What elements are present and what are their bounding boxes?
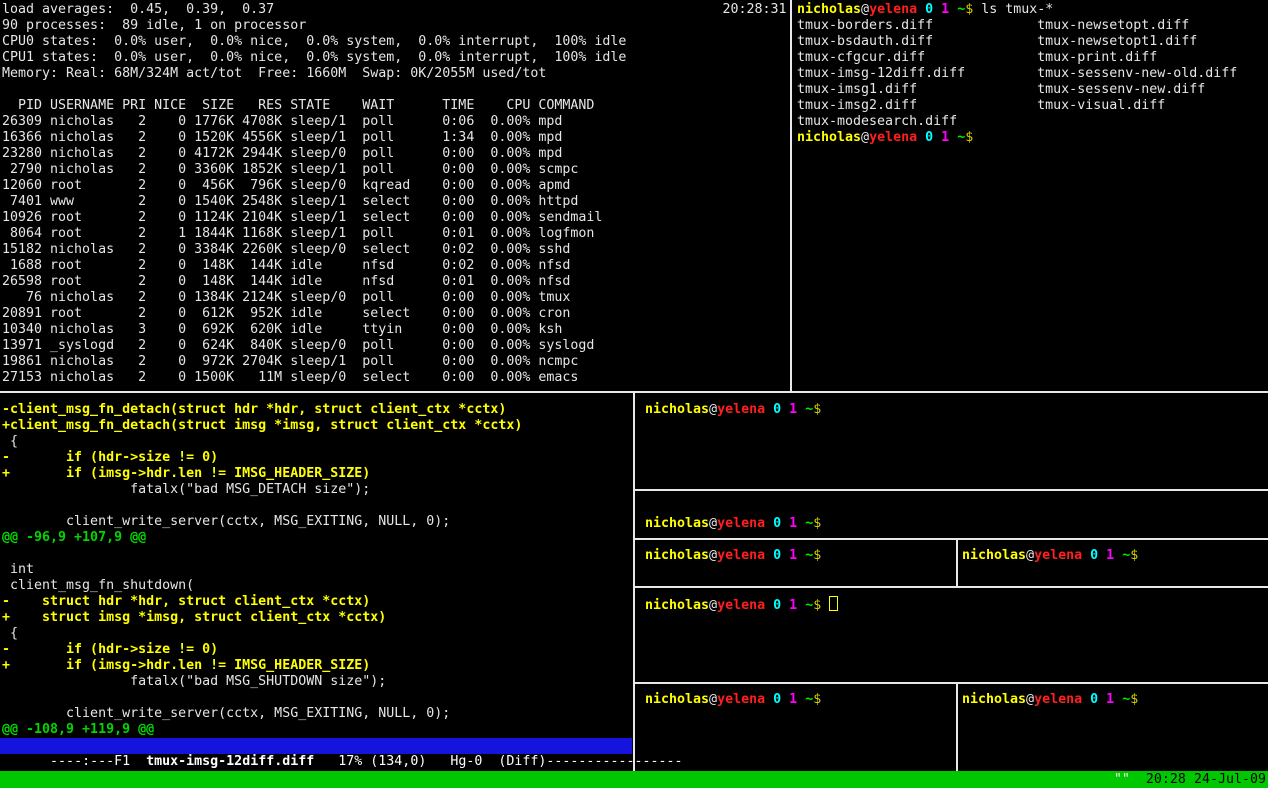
pane-emacs-diff[interactable]: -client_msg_fn_detach(struct hdr *hdr, s… [0, 402, 632, 771]
shell-prompt-line: nicholas@yelena 0 1 ~$ [797, 130, 1266, 146]
shell-prompt: nicholas@yelena 0 1 ~$ [962, 548, 1138, 563]
emacs-diff-line [2, 546, 632, 562]
shell-prompt-line: nicholas@yelena 0 1 ~$ [636, 692, 956, 708]
tmux-terminal: load averages: 0.45, 0.39, 0.37 20:28:31… [0, 0, 1268, 788]
shell-prompt-line: nicholas@yelena 0 1 ~$ [636, 596, 1268, 614]
emacs-diff-line: client_msg_fn_shutdown( [2, 578, 632, 594]
emacs-diff-line: - struct hdr *hdr, struct client_ctx *cc… [2, 594, 632, 610]
status-clock: 20:28 [1146, 772, 1186, 787]
emacs-diff-line: @@ -96,9 +107,9 @@ [2, 530, 632, 546]
emacs-diff-line: + if (imsg->hdr.len != IMSG_HEADER_SIZE) [2, 466, 632, 482]
emacs-diff-line: - if (hdr->size != 0) [2, 450, 632, 466]
emacs-diff-line [2, 690, 632, 706]
pane-shell-5[interactable]: nicholas@yelena 0 1 ~$ [636, 684, 956, 779]
emacs-modeline-filename: tmux-imsg-12diff.diff [146, 754, 314, 769]
emacs-diff-line: int [2, 562, 632, 578]
emacs-modeline-prefix: ----:---F1 [50, 754, 146, 769]
shell-prompt: nicholas@yelena 0 1 ~$ [645, 598, 821, 613]
emacs-diff-line: +client_msg_fn_detach(struct imsg *imsg,… [2, 418, 632, 434]
shell-prompt-line: nicholas@yelena 0 1 ~$ [636, 548, 956, 564]
emacs-modeline: ----:---F1 tmux-imsg-12diff.diff 17% (13… [0, 738, 632, 754]
emacs-diff-line: fatalx("bad MSG_SHUTDOWN size"); [2, 674, 632, 690]
emacs-diff-line: { [2, 626, 632, 642]
shell-prompt: nicholas@yelena 0 1 ~$ [645, 692, 821, 707]
pane-border-vertical-top [790, 0, 792, 391]
emacs-diff-line: client_write_server(cctx, MSG_EXITING, N… [2, 514, 632, 530]
shell-prompt: nicholas@yelena 0 1 ~$ [962, 692, 1138, 707]
pane-border-vertical-bottom [633, 393, 635, 771]
tmux-status-bar: [0] 0:irssi# 1:todo 2:ncmpc- 3:mutt 4:ss… [0, 771, 1268, 788]
status-date: 24-Jul-09 [1194, 772, 1266, 787]
shell-prompt: nicholas@yelena 0 1 ~$ [645, 548, 821, 563]
emacs-diff-line: -client_msg_fn_detach(struct hdr *hdr, s… [2, 402, 632, 418]
shell-prompt-line: nicholas@yelena 0 1 ~$ [958, 548, 1268, 564]
shell-prompt-line: nicholas@yelena 0 1 ~$ ls tmux-* [797, 2, 1266, 18]
status-pane-title: "" [1114, 772, 1130, 787]
terminal-cursor [829, 596, 838, 611]
pane-shell-6[interactable]: nicholas@yelena 0 1 ~$ [958, 684, 1268, 779]
shell-prompt: nicholas@yelena 0 1 ~$ [645, 516, 821, 531]
emacs-diff-line [2, 498, 632, 514]
shell-prompt: nicholas@yelena 0 1 ~$ [797, 130, 973, 145]
pane-shell-ls[interactable]: nicholas@yelena 0 1 ~$ ls tmux-* tmux-bo… [797, 2, 1266, 388]
emacs-diff-line: - if (hdr->size != 0) [2, 642, 632, 658]
emacs-diff-line: { [2, 434, 632, 450]
emacs-diff-line: + if (imsg->hdr.len != IMSG_HEADER_SIZE) [2, 658, 632, 674]
emacs-diff-line: client_write_server(cctx, MSG_EXITING, N… [2, 706, 632, 722]
top-output: load averages: 0.45, 0.39, 0.37 20:28:31… [2, 2, 788, 386]
shell-prompt: nicholas@yelena 0 1 ~$ [797, 2, 973, 17]
emacs-buffer: -client_msg_fn_detach(struct hdr *hdr, s… [0, 402, 632, 738]
emacs-modeline-info: 17% (134,0) Hg-0 (Diff)----------------- [314, 754, 682, 769]
shell-prompt-line: nicholas@yelena 0 1 ~$ [958, 692, 1268, 708]
pane-top-process-monitor[interactable]: load averages: 0.45, 0.39, 0.37 20:28:31… [2, 2, 788, 388]
status-right: "" 20:28 24-Jul-09 [1114, 771, 1266, 788]
emacs-diff-line: + struct imsg *imsg, struct client_ctx *… [2, 610, 632, 626]
shell-prompt-line: nicholas@yelena 0 1 ~$ [636, 402, 1268, 418]
ls-file-list: tmux-borders.diff tmux-newsetopt.diff tm… [797, 18, 1266, 130]
emacs-diff-line: fatalx("bad MSG_DETACH size"); [2, 482, 632, 498]
shell-prompt-line: nicholas@yelena 0 1 ~$ [636, 516, 1268, 532]
shell-command-text: ls tmux-* [981, 2, 1053, 17]
shell-prompt: nicholas@yelena 0 1 ~$ [645, 402, 821, 417]
emacs-diff-line: @@ -108,9 +119,9 @@ [2, 722, 632, 738]
pane-shell-active[interactable]: nicholas@yelena 0 1 ~$ [636, 588, 1268, 690]
pane-shell-1[interactable]: nicholas@yelena 0 1 ~$ [636, 394, 1268, 497]
